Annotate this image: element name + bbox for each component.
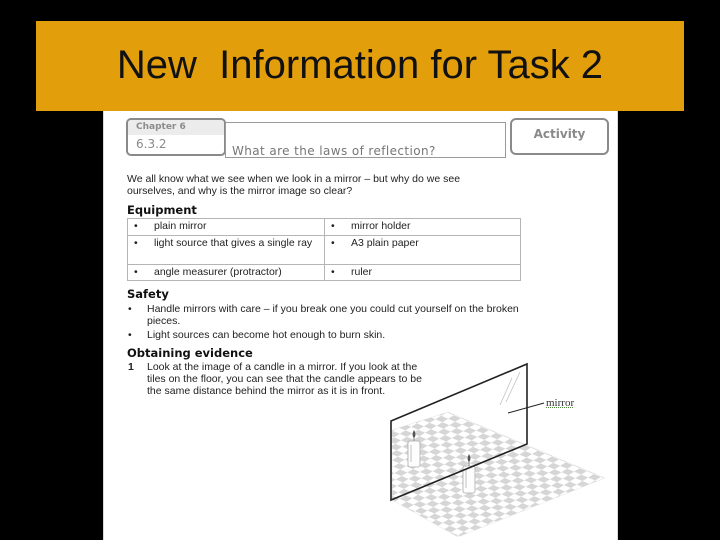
bullet: • xyxy=(128,303,132,315)
bullet: • xyxy=(128,329,132,341)
mirror-label: mirror xyxy=(546,397,575,409)
bullet: • xyxy=(331,236,335,249)
worksheet-heading: What are the laws of reflection? xyxy=(232,144,436,158)
equipment-item: ruler xyxy=(351,265,373,278)
table-cell: • angle measurer (protractor) xyxy=(127,263,325,281)
table-cell: • plain mirror xyxy=(127,218,325,236)
tiled-floor xyxy=(391,411,606,538)
chapter-label: Chapter 6 xyxy=(128,120,224,135)
mirror-label-leader xyxy=(507,402,545,414)
safety-text: Handle mirrors with care – if you break … xyxy=(147,303,519,327)
equipment-table: • plain mirror • mirror holder • light sour… xyxy=(127,218,521,281)
step-number: 1 xyxy=(128,361,134,373)
activity-badge-label: Activity xyxy=(533,126,586,141)
table-row: • light source that gives a single ray • A… xyxy=(127,234,521,265)
equipment-item: mirror holder xyxy=(351,220,411,232)
mirror-candle-figure xyxy=(390,362,606,538)
heading-box: What are the laws of reflection? xyxy=(225,122,506,158)
intro-line: We all know what we see when we look in … xyxy=(127,173,461,185)
bullet: • xyxy=(134,265,138,278)
bullet: • xyxy=(134,236,138,249)
table-cell: • mirror holder xyxy=(324,218,521,236)
bullet: • xyxy=(331,220,335,232)
slide-title: New Information for Task 2 xyxy=(116,42,604,87)
safety-item: • Light sources can become hot enough to… xyxy=(127,329,522,341)
equipment-item: A3 plain paper xyxy=(351,236,419,249)
bullet: • xyxy=(331,265,335,278)
obtaining-evidence-heading: Obtaining evidence xyxy=(127,346,253,360)
equipment-item: light source that gives a single ray xyxy=(154,236,313,249)
chapter-box: Chapter 6 6.3.2 xyxy=(126,118,226,156)
table-cell: • A3 plain paper xyxy=(324,234,521,265)
activity-badge: Activity xyxy=(510,118,609,155)
equipment-heading: Equipment xyxy=(127,203,197,217)
safety-text: Light sources can become hot enough to b… xyxy=(147,329,386,341)
safety-item: • Handle mirrors with care – if you brea… xyxy=(127,303,522,327)
intro-line: ourselves, and why is the mirror image s… xyxy=(127,185,353,197)
table-cell: • ruler xyxy=(324,263,521,281)
equipment-item: angle measurer (protractor) xyxy=(154,265,282,278)
equipment-item: plain mirror xyxy=(154,220,207,232)
title-banner: New Information for Task 2 xyxy=(36,21,684,111)
safety-heading: Safety xyxy=(127,287,169,301)
mirror-glint xyxy=(499,377,513,406)
table-row: • plain mirror • mirror holder xyxy=(127,218,521,236)
table-cell: • light source that gives a single ray xyxy=(127,234,325,265)
section-number: 6.3.2 xyxy=(136,137,167,151)
table-row: • angle measurer (protractor) • ruler xyxy=(127,263,521,281)
intro-paragraph: We all know what we see when we look in … xyxy=(127,173,527,197)
bullet: • xyxy=(134,220,138,232)
